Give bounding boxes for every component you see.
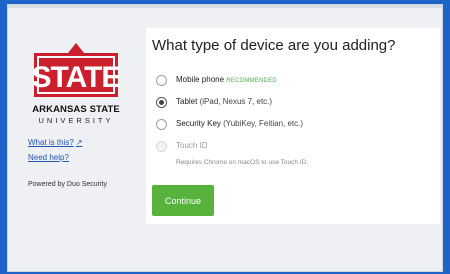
security-key-radio[interactable] — [156, 119, 167, 130]
recommended-badge: RECOMMENDED — [226, 78, 277, 84]
logo-wordmark: STATE — [32, 61, 121, 94]
arkansas-state-logo: STATE ARKANSAS STATE UNIVERSITY — [28, 41, 124, 125]
state-wordmark-icon: STATE — [32, 43, 121, 97]
mobile-phone-label: Mobile phone — [176, 75, 225, 84]
top-divider — [8, 5, 442, 8]
touch-id-note: Requires Chrome on macOS to use Touch ID… — [176, 159, 309, 166]
continue-button[interactable]: Continue — [152, 185, 214, 216]
tablet-label: Tablet — [176, 97, 198, 106]
need-help-link[interactable]: Need help? — [28, 153, 69, 162]
what-is-this-label: What is this? — [28, 138, 74, 147]
security-key-detail: (YubiKey, Feitian, etc.) — [223, 119, 304, 128]
touch-id-label: Touch ID — [176, 141, 208, 150]
mobile-phone-radio[interactable] — [156, 75, 167, 86]
page-title: What type of device are you adding? — [152, 37, 396, 54]
touch-id-radio — [156, 141, 167, 152]
logo-university-sub: UNIVERSITY — [38, 116, 114, 125]
device-type-panel: What type of device are you adding? Mobi… — [146, 28, 440, 224]
powered-by-text: Powered by Duo Security — [28, 181, 107, 188]
tablet-radio[interactable] — [156, 97, 167, 108]
security-key-label: Security Key — [176, 119, 221, 128]
external-link-icon: ↗ — [75, 138, 83, 147]
logo-university-name: ARKANSAS STATE — [32, 104, 120, 115]
duo-frame: STATE ARKANSAS STATE UNIVERSITY What is … — [7, 4, 443, 272]
what-is-this-link[interactable]: What is this? ↗ — [28, 138, 83, 147]
tablet-detail: (iPad, Nexus 7, etc.) — [199, 97, 273, 106]
